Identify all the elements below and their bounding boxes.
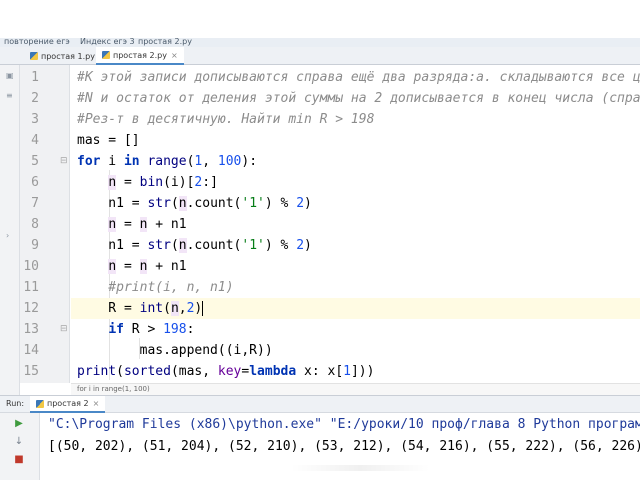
tab-label: простая 1.py <box>41 51 95 61</box>
code-line[interactable]: R = int(n,2) <box>71 298 640 319</box>
line-number[interactable]: 2 <box>19 88 39 109</box>
line-number[interactable]: 8 <box>19 214 39 235</box>
line-number[interactable]: 1 <box>19 67 39 88</box>
window-tab-project[interactable]: повторение егэ <box>4 38 70 46</box>
top-blank-area <box>0 0 640 38</box>
line-number[interactable]: 10 <box>19 256 39 277</box>
tab-prostaya-2[interactable]: простая 2.py × <box>96 47 184 65</box>
run-label: Run: <box>6 399 25 408</box>
rerun-icon[interactable]: ▶ <box>12 417 26 431</box>
line-number[interactable]: 14 <box>19 340 39 361</box>
text-caret <box>202 301 204 316</box>
line-number[interactable]: 6 <box>19 172 39 193</box>
line-number[interactable]: 12 <box>19 298 39 319</box>
code-line[interactable]: n = bin(i)[2:] <box>71 172 640 193</box>
code-line[interactable]: n = n + n1 <box>71 214 640 235</box>
code-line[interactable]: mas = [] <box>71 130 640 151</box>
code-line[interactable]: for i in range(1, 100): <box>71 151 640 172</box>
code-line[interactable]: mas.append((i,R)) <box>71 340 640 361</box>
fold-toggle-icon[interactable]: ⊟ <box>60 151 68 172</box>
console-faint-text <box>290 465 430 471</box>
run-console-output[interactable]: "C:\Program Files (x86)\python.exe" "E:/… <box>40 413 640 480</box>
console-result-line: [(50, 202), (51, 204), (52, 210), (53, 2… <box>48 439 640 454</box>
window-breadcrumb-bar: повторение егэ Индекс егэ 3 простая 2.py <box>0 38 640 47</box>
structure-tool-icon[interactable]: ≡ <box>6 91 14 100</box>
console-command-line: "C:\Program Files (x86)\python.exe" "E:/… <box>48 417 640 432</box>
scroll-down-icon[interactable]: ↓ <box>12 435 26 449</box>
line-number[interactable]: 13 <box>19 319 39 340</box>
code-line[interactable]: #print(i, n, n1) <box>71 277 640 298</box>
tab-label: простая 2.py <box>113 50 167 60</box>
line-number[interactable]: 4 <box>19 130 39 151</box>
run-panel-header: Run: простая 2 × <box>0 395 640 413</box>
code-line[interactable]: n1 = str(n.count('1') % 2) <box>71 193 640 214</box>
code-line[interactable]: print(sorted(mas, key=lambda x: x[1])) <box>71 361 640 382</box>
window-tab-current[interactable]: простая 2.py <box>138 38 192 46</box>
code-line[interactable]: #N и остаток от деления этой суммы на 2 … <box>71 88 640 109</box>
python-file-icon <box>102 51 110 59</box>
run-tab[interactable]: простая 2 × <box>30 396 106 413</box>
code-line[interactable]: #К этой записи дописываются справа ещё д… <box>71 67 640 88</box>
line-number-gutter: 1 2 3 4 5 ⊟ 6 7 8 9 10 11 12 13 ⊟ 14 15 <box>20 65 70 383</box>
code-editor[interactable]: #К этой записи дописываются справа ещё д… <box>71 65 640 383</box>
close-icon[interactable]: × <box>93 399 100 408</box>
left-tool-strip: ▣ ≡ › <box>0 65 20 395</box>
line-number[interactable]: 5 <box>19 151 39 172</box>
code-line[interactable]: #Рез-т в десятичную. Найти min R > 198 <box>71 109 640 130</box>
stop-icon[interactable]: ■ <box>12 453 26 467</box>
window-tab-file[interactable]: Индекс егэ 3 <box>80 38 135 46</box>
code-line[interactable]: n1 = str(n.count('1') % 2) <box>71 235 640 256</box>
line-number[interactable]: 11 <box>19 277 39 298</box>
python-file-icon <box>30 52 38 60</box>
expand-arrow-icon[interactable]: › <box>6 231 14 240</box>
fold-toggle-icon[interactable]: ⊟ <box>60 319 68 340</box>
line-number[interactable]: 9 <box>19 235 39 256</box>
python-file-icon <box>36 399 44 408</box>
run-toolbar: ▶ ↓ ■ <box>0 413 40 480</box>
code-breadcrumb[interactable]: for i in range(1, 100) <box>71 383 640 395</box>
editor-tab-bar: простая 1.py × простая 2.py × <box>0 47 640 65</box>
line-number[interactable]: 7 <box>19 193 39 214</box>
line-number[interactable]: 15 <box>19 361 39 382</box>
run-tab-label: простая 2 <box>47 399 89 408</box>
project-tool-icon[interactable]: ▣ <box>6 71 14 80</box>
close-icon[interactable]: × <box>171 51 178 60</box>
code-line[interactable]: if R > 198: <box>71 319 640 340</box>
code-line[interactable]: n = n + n1 <box>71 256 640 277</box>
line-number[interactable]: 3 <box>19 109 39 130</box>
